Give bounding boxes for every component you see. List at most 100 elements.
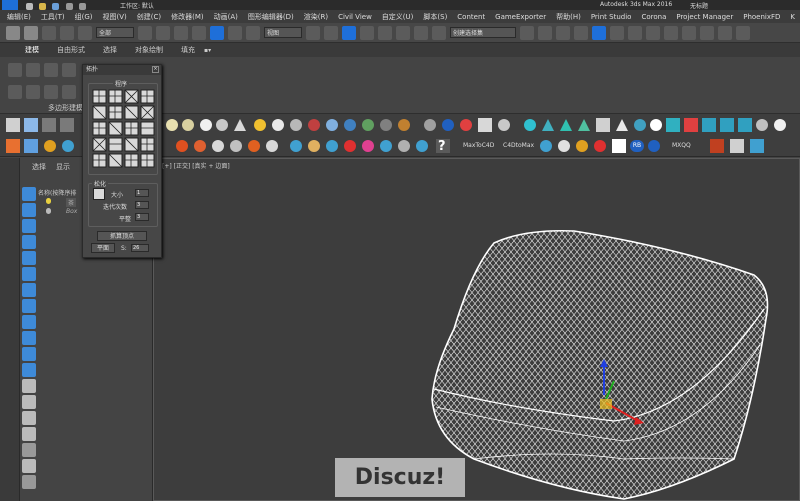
- bind-space-warp-icon[interactable]: [78, 25, 92, 40]
- ribbon-tool-icon[interactable]: [8, 63, 22, 77]
- rectangular-selection-icon[interactable]: [174, 25, 188, 40]
- menu-gameexporter[interactable]: GameExporter: [490, 13, 551, 21]
- menu-rendering[interactable]: 渲染(R): [299, 12, 333, 22]
- dialog-title-bar[interactable]: 拓扑 ×: [83, 65, 161, 75]
- frozen-icon[interactable]: [22, 363, 36, 377]
- keyboard-shortcut-override-icon[interactable]: [342, 25, 356, 40]
- perspective-viewport[interactable]: [+] [正交] [真实 + 边面]: [153, 158, 800, 501]
- explorer-column-header[interactable]: 名称(按降序排: [38, 188, 76, 197]
- undo-icon[interactable]: [6, 25, 20, 40]
- link-icon[interactable]: [42, 25, 56, 40]
- curve-editor-icon[interactable]: [592, 25, 606, 40]
- redo-icon[interactable]: [24, 25, 38, 40]
- groups-icon[interactable]: [22, 299, 36, 313]
- smooth-spinner[interactable]: 3: [135, 213, 149, 221]
- snaps-toggle-icon[interactable]: [360, 25, 374, 40]
- menu-content[interactable]: Content: [452, 13, 490, 21]
- rendered-frame-window-icon[interactable]: [664, 25, 678, 40]
- tab-freeform[interactable]: 自由形式: [48, 45, 94, 55]
- edit-named-selection-icon[interactable]: [432, 25, 446, 40]
- align-icon[interactable]: [538, 25, 552, 40]
- tree-item[interactable]: 茶: [66, 198, 77, 207]
- menu-phoenixfd[interactable]: PhoenixFD: [738, 13, 785, 21]
- menu-views[interactable]: 视图(V): [98, 12, 132, 22]
- render-setup-icon[interactable]: [646, 25, 660, 40]
- undo-icon[interactable]: [65, 2, 73, 10]
- select-object-icon[interactable]: [138, 25, 152, 40]
- pivot-center-icon[interactable]: [306, 25, 320, 40]
- iterations-spinner[interactable]: 3: [135, 201, 149, 209]
- funnel-filter-icon[interactable]: [22, 443, 36, 457]
- selection-filter-dropdown[interactable]: 全部: [96, 27, 134, 38]
- ribbon-tool-icon[interactable]: [62, 63, 76, 77]
- mirror-icon[interactable]: [520, 25, 534, 40]
- menu-group[interactable]: 组(G): [70, 12, 98, 22]
- maxtoc4d-button[interactable]: MaxToC4D: [463, 142, 494, 149]
- mxqq-button[interactable]: MXQQ: [672, 142, 691, 149]
- close-icon[interactable]: ×: [152, 66, 159, 73]
- c4dtomax-button[interactable]: C4DtoMax: [503, 142, 534, 149]
- shapes-icon[interactable]: [22, 219, 36, 233]
- render-cloud-icon[interactable]: [736, 25, 750, 40]
- app-logo-icon[interactable]: [2, 0, 18, 10]
- sort-icon[interactable]: [22, 475, 36, 489]
- open-file-icon[interactable]: [39, 2, 47, 10]
- ribbon-tool-icon[interactable]: [44, 85, 58, 99]
- topology-pattern-grid[interactable]: [89, 84, 159, 176]
- ribbon-tool-icon[interactable]: [44, 63, 58, 77]
- layers-icon[interactable]: [22, 459, 36, 473]
- plane-spinner[interactable]: 26: [131, 244, 149, 252]
- light-bulb-icon[interactable]: [46, 198, 51, 204]
- menu-k[interactable]: K: [785, 13, 800, 21]
- save-file-icon[interactable]: [52, 2, 60, 10]
- helpers-icon[interactable]: [22, 267, 36, 281]
- light-bulb-icon[interactable]: [46, 208, 51, 214]
- invert-icon[interactable]: [22, 427, 36, 441]
- menu-project-manager[interactable]: Project Manager: [671, 13, 738, 21]
- new-file-icon[interactable]: [26, 2, 33, 10]
- tab-populate[interactable]: 填充: [172, 45, 204, 55]
- reference-coordinate-dropdown[interactable]: 视图: [264, 27, 302, 38]
- named-selection-set-dropdown[interactable]: 创建选择集: [450, 27, 516, 38]
- geometry-icon[interactable]: [22, 203, 36, 217]
- window-crossing-icon[interactable]: [192, 25, 206, 40]
- unlink-icon[interactable]: [60, 25, 74, 40]
- select-manipulate-icon[interactable]: [324, 25, 338, 40]
- menu-create[interactable]: 创建(C): [132, 12, 166, 22]
- filter-icon[interactable]: [22, 187, 36, 201]
- select-and-move-icon[interactable]: [210, 25, 224, 40]
- wireframe-mesh[interactable]: [154, 159, 800, 501]
- tab-display[interactable]: 显示: [56, 162, 70, 172]
- menu-animation[interactable]: 动画(A): [209, 12, 243, 22]
- size-spinner[interactable]: 1: [135, 189, 149, 197]
- percent-snap-icon[interactable]: [396, 25, 410, 40]
- ribbon-options-icon[interactable]: ▪▾: [204, 47, 211, 54]
- spinner-snap-icon[interactable]: [414, 25, 428, 40]
- layer-explorer-icon[interactable]: [556, 25, 570, 40]
- toggle-ribbon-icon[interactable]: [574, 25, 588, 40]
- render-iterative-icon[interactable]: [700, 25, 714, 40]
- menu-modifiers[interactable]: 修改器(M): [166, 12, 209, 22]
- menu-edit[interactable]: 编辑(E): [2, 12, 36, 22]
- menu-scripting[interactable]: 脚本(S): [418, 12, 452, 22]
- menu-help[interactable]: 帮助(H): [551, 12, 586, 22]
- select-by-name-icon[interactable]: [156, 25, 170, 40]
- ribbon-tool-icon[interactable]: [8, 85, 22, 99]
- hidden-icon[interactable]: [22, 379, 36, 393]
- schematic-view-icon[interactable]: [610, 25, 624, 40]
- material-editor-icon[interactable]: [628, 25, 642, 40]
- angle-snap-icon[interactable]: [378, 25, 392, 40]
- tree-item[interactable]: Box: [66, 208, 77, 215]
- tab-object-paint[interactable]: 对象绘制: [126, 45, 172, 55]
- cameras-icon[interactable]: [22, 251, 36, 265]
- select-and-rotate-icon[interactable]: [228, 25, 242, 40]
- menu-corona[interactable]: Corona: [636, 13, 671, 21]
- menu-customize[interactable]: 自定义(U): [377, 12, 419, 22]
- redo-icon[interactable]: [78, 2, 86, 10]
- all-icon[interactable]: [22, 395, 36, 409]
- plane-button[interactable]: 平面: [91, 243, 115, 253]
- none-icon[interactable]: [22, 411, 36, 425]
- capture-vertices-button[interactable]: 抓算顶点: [97, 231, 147, 241]
- select-and-scale-icon[interactable]: [246, 25, 260, 40]
- menu-graph-editors[interactable]: 图形编辑器(D): [243, 12, 299, 22]
